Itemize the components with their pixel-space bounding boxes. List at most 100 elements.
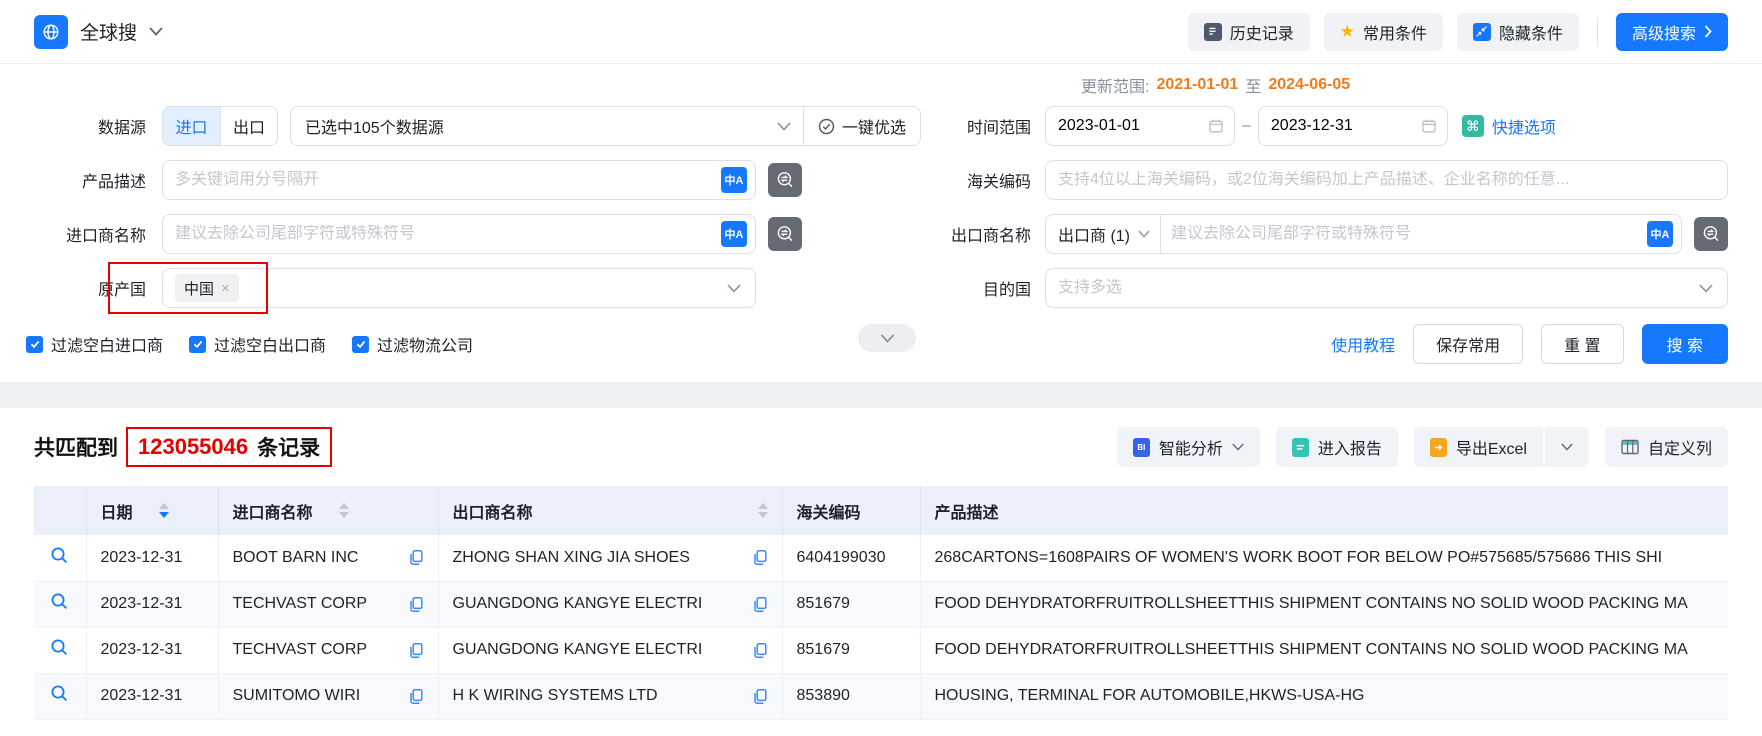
- translate-icon[interactable]: 中A: [721, 221, 747, 247]
- advanced-search-button[interactable]: 高级搜索: [1615, 12, 1728, 51]
- custom-columns-button[interactable]: 自定义列: [1604, 427, 1728, 467]
- record-count: 123055046: [138, 434, 249, 459]
- cell-date: 2023-12-31: [86, 627, 219, 674]
- header-date[interactable]: 日期: [86, 486, 219, 535]
- smart-analysis-label: 智能分析: [1158, 441, 1223, 458]
- destination-row: 目的国: [931, 268, 1728, 308]
- cell-exporter[interactable]: H K WIRING SYSTEMS LTD: [453, 687, 742, 705]
- reset-button[interactable]: 重 置: [1541, 324, 1624, 364]
- table-row[interactable]: 2023-12-31 BOOT BARN INC ZHONG SHAN XING…: [34, 535, 1728, 582]
- copy-icon[interactable]: [408, 688, 424, 705]
- filter-blank-importer-checkbox[interactable]: 过滤空白进口商: [26, 332, 163, 356]
- favorites-button[interactable]: ★ 常用条件: [1323, 12, 1443, 51]
- import-tab[interactable]: 进口: [163, 107, 220, 145]
- table-row[interactable]: 2023-12-31 TECHVAST CORP GUANGDONG KANGY…: [34, 627, 1728, 674]
- start-date-input[interactable]: [1058, 117, 1208, 135]
- cell-hs-code: 851679: [782, 581, 921, 628]
- destination-label: 目的国: [982, 282, 1031, 299]
- cell-importer[interactable]: BOOT BARN INC: [233, 549, 398, 567]
- tutorial-link[interactable]: 使用教程: [1331, 332, 1395, 356]
- header-importer-label: 进口商名称: [232, 504, 313, 522]
- quick-options-button[interactable]: ⌘ 快捷选项: [1461, 114, 1556, 138]
- header-exporter-label: 出口商名称: [452, 504, 533, 522]
- update-range-note: 更新范围: 2021-01-01 至 2024-06-05: [931, 72, 1728, 98]
- search-button[interactable]: 搜 索: [1641, 324, 1728, 364]
- product-desc-input[interactable]: [175, 171, 721, 189]
- cell-importer[interactable]: TECHVAST CORP: [233, 641, 398, 659]
- export-tab[interactable]: 出口: [220, 107, 277, 145]
- cell-importer[interactable]: SUMITOMO WIRI: [233, 687, 398, 705]
- hs-code-input[interactable]: [1058, 171, 1719, 189]
- data-source-selected-text: 已选中105个数据源: [305, 120, 444, 137]
- table-row[interactable]: 2023-12-31 TECHVAST CORP GUANGDONG KANGY…: [34, 581, 1728, 628]
- translate-icon[interactable]: 中A: [721, 167, 747, 193]
- record-count-highlight-box: 123055046 条记录: [126, 427, 333, 467]
- exporter-label: 出口商名称: [950, 228, 1031, 245]
- checkbox-checked-icon: [26, 335, 43, 353]
- synonym-search-icon[interactable]: [1694, 217, 1728, 251]
- row-detail-search-icon[interactable]: [50, 592, 69, 611]
- cell-exporter[interactable]: GUANGDONG KANGYE ELECTRI: [453, 595, 742, 613]
- sort-icons[interactable]: [338, 503, 349, 518]
- cell-exporter[interactable]: ZHONG SHAN XING JIA SHOES: [453, 549, 742, 567]
- header-exporter[interactable]: 出口商名称: [438, 486, 783, 535]
- time-range-label: 时间范围: [966, 120, 1031, 137]
- exporter-input[interactable]: [1171, 225, 1647, 243]
- synonym-search-icon[interactable]: [768, 163, 802, 197]
- copy-icon[interactable]: [752, 549, 768, 566]
- history-label: 历史记录: [1229, 25, 1294, 43]
- cell-hs-code: 853890: [782, 673, 921, 720]
- cell-importer[interactable]: TECHVAST CORP: [233, 595, 398, 613]
- update-range-end: 2024-06-05: [1268, 76, 1351, 93]
- table-row[interactable]: 2023-12-31 SUMITOMO WIRI H K WIRING SYST…: [34, 673, 1728, 720]
- history-button[interactable]: 历史记录: [1187, 12, 1310, 51]
- export-excel-label: 导出Excel: [1455, 441, 1527, 458]
- row-detail-search-icon[interactable]: [50, 638, 69, 657]
- exporter-type-label: 出口商 (1): [1058, 228, 1131, 245]
- app-root: 全球搜 历史记录 ★ 常用条件 隐藏条件 高级搜索 数据源 进口 出口 已选中1…: [0, 0, 1762, 736]
- destination-input[interactable]: [1058, 279, 1699, 297]
- origin-country-label: 原产国: [97, 282, 146, 299]
- translate-icon[interactable]: 中A: [1647, 221, 1673, 247]
- row-detail-search-icon[interactable]: [50, 684, 69, 703]
- one-click-optimize-button[interactable]: 一键优选: [804, 114, 920, 138]
- copy-icon[interactable]: [408, 549, 424, 566]
- header-importer[interactable]: 进口商名称: [218, 486, 439, 535]
- expand-more-button[interactable]: [858, 324, 916, 352]
- save-common-button[interactable]: 保存常用: [1413, 324, 1524, 364]
- export-excel-button[interactable]: 导出Excel: [1413, 427, 1543, 467]
- sort-icons[interactable]: [757, 503, 768, 518]
- copy-icon[interactable]: [408, 596, 424, 613]
- cell-product-desc: FOOD DEHYDRATORFRUITROLLSHEETTHIS SHIPME…: [920, 627, 1728, 674]
- copy-icon[interactable]: [752, 688, 768, 705]
- header-detail-column: [34, 486, 87, 535]
- smart-analysis-button[interactable]: BI 智能分析: [1116, 427, 1260, 467]
- end-date-input[interactable]: [1270, 117, 1421, 135]
- data-source-select[interactable]: 已选中105个数据源 一键优选: [290, 106, 921, 146]
- copy-icon[interactable]: [752, 596, 768, 613]
- export-options-button[interactable]: [1542, 427, 1589, 467]
- advanced-search-label: 高级搜索: [1631, 25, 1696, 43]
- chevron-down-icon[interactable]: [149, 27, 163, 36]
- importer-input[interactable]: [175, 225, 721, 243]
- destination-select[interactable]: [1045, 268, 1728, 308]
- copy-icon[interactable]: [752, 642, 768, 659]
- origin-country-row: 原产国 中国 ×: [26, 262, 921, 314]
- sort-icons[interactable]: [158, 503, 169, 518]
- origin-country-tag-text: 中国: [184, 280, 215, 298]
- origin-country-select[interactable]: 中国 ×: [162, 268, 756, 308]
- filter-panel: 数据源 进口 出口 已选中105个数据源 一键优选 产品描述 多关键词用分号隔开…: [0, 64, 1762, 382]
- product-desc-row: 产品描述 中A: [26, 160, 921, 200]
- filter-blank-exporter-checkbox[interactable]: 过滤空白出口商: [189, 332, 326, 356]
- filter-logistics-checkbox[interactable]: 过滤物流公司: [352, 332, 473, 356]
- enter-report-button[interactable]: 进入报告: [1275, 427, 1398, 467]
- app-brand[interactable]: 全球搜: [34, 14, 163, 49]
- tag-remove-icon[interactable]: ×: [221, 281, 230, 296]
- row-detail-search-icon[interactable]: [50, 546, 69, 565]
- cell-exporter[interactable]: GUANGDONG KANGYE ELECTRI: [453, 641, 742, 659]
- hide-conditions-button[interactable]: 隐藏条件: [1456, 12, 1579, 51]
- copy-icon[interactable]: [408, 642, 424, 659]
- synonym-search-icon[interactable]: [768, 217, 802, 251]
- exporter-type-select[interactable]: 出口商 (1): [1058, 222, 1160, 246]
